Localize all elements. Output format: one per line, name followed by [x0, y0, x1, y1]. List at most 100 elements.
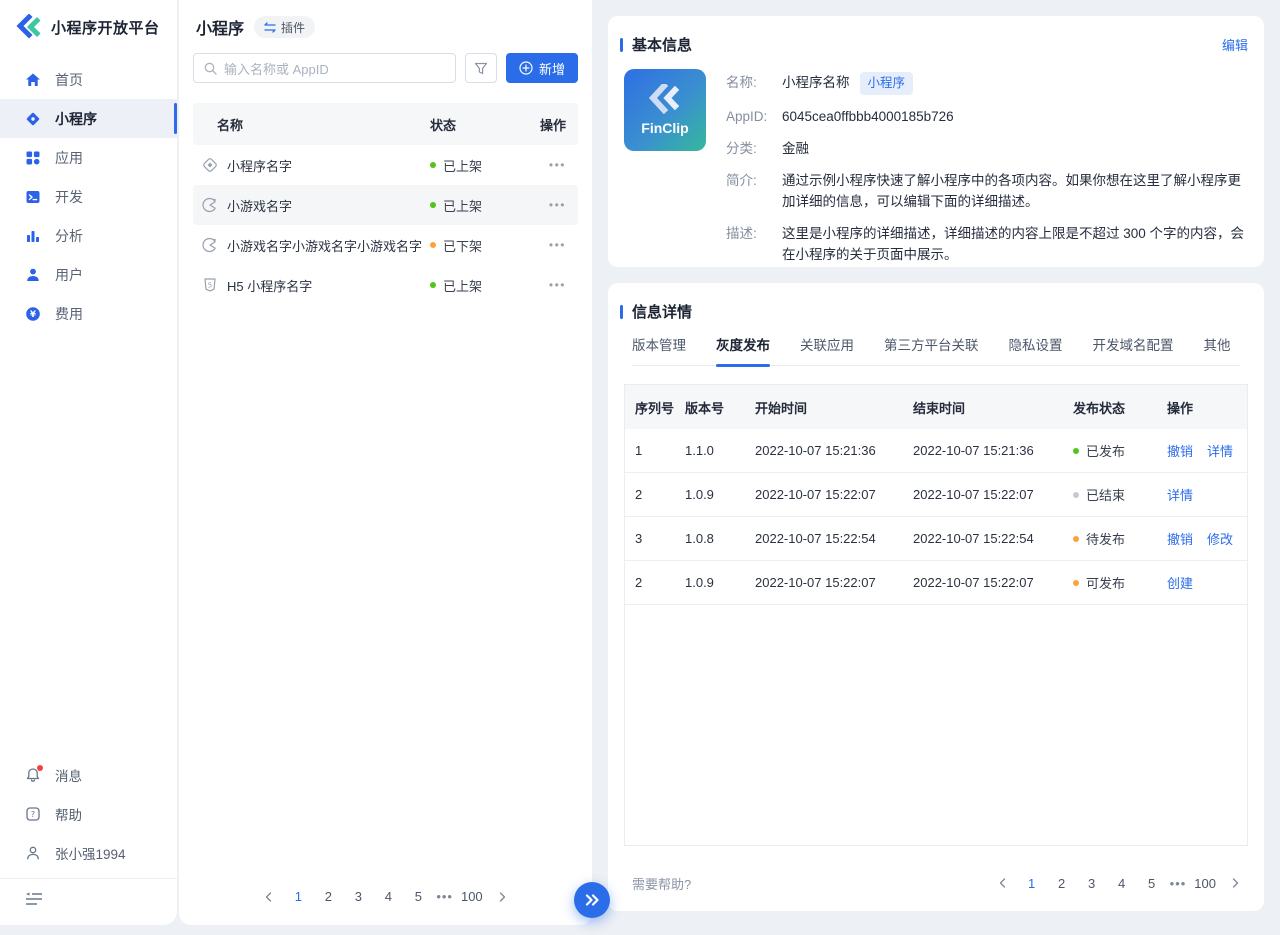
- status-dot: [430, 162, 436, 168]
- apps-grid-icon: [25, 150, 41, 166]
- need-help-link[interactable]: 需要帮助?: [632, 874, 691, 893]
- double-chevron-right-icon: [585, 894, 600, 906]
- app-title: 小程序开放平台: [51, 17, 160, 38]
- miniapp-icon: [25, 111, 41, 127]
- game-pacman-icon: [201, 196, 219, 214]
- plugin-switch-pill[interactable]: 插件: [254, 16, 315, 38]
- row-more-button[interactable]: •••: [534, 278, 578, 292]
- section-marker: [620, 38, 623, 52]
- edit-link[interactable]: 编辑: [1222, 35, 1248, 54]
- revoke-link[interactable]: 撤销: [1167, 529, 1193, 548]
- sidebar-item-dev[interactable]: 开发: [0, 177, 177, 216]
- tab-dev-domain[interactable]: 开发域名配置: [1093, 334, 1174, 365]
- next-page-icon[interactable]: [491, 889, 513, 905]
- menu-fold-icon: [25, 892, 43, 906]
- user-icon: [25, 267, 41, 283]
- status-dot: [1073, 448, 1079, 454]
- status-dot: [430, 242, 436, 248]
- account-icon: [25, 845, 41, 861]
- status-text: 已上架: [443, 276, 482, 295]
- tab-privacy[interactable]: 隐私设置: [1009, 334, 1063, 365]
- sidebar-item-home[interactable]: 首页: [0, 60, 177, 99]
- svg-text:¥: ¥: [30, 310, 36, 320]
- sidebar-item-billing[interactable]: ¥ 费用: [0, 294, 177, 333]
- plus-circle-icon: [519, 61, 533, 75]
- row-more-button[interactable]: •••: [534, 198, 578, 212]
- tab-gray-release[interactable]: 灰度发布: [716, 334, 770, 365]
- page-title: 小程序: [196, 15, 244, 39]
- page-number[interactable]: 4: [376, 886, 400, 907]
- page-number-last[interactable]: 100: [1192, 873, 1218, 894]
- sidebar-item-apps[interactable]: 应用: [0, 138, 177, 177]
- prev-page-icon[interactable]: [992, 875, 1014, 891]
- status-text: 已上架: [443, 156, 482, 175]
- basic-info-card: 基本信息 编辑 FinClip 名称: 小程序名称小程序 AppID: 6045…: [608, 16, 1264, 267]
- page-number[interactable]: 1: [286, 886, 310, 907]
- sidebar-item-messages[interactable]: 消息: [0, 755, 177, 794]
- page-number[interactable]: 2: [1050, 873, 1074, 894]
- page-number[interactable]: 5: [1140, 873, 1164, 894]
- sidebar: 小程序开放平台 首页 小程序 应用 开发: [0, 0, 178, 925]
- page-number[interactable]: 4: [1110, 873, 1134, 894]
- page-number[interactable]: 3: [1080, 873, 1104, 894]
- tab-linked-apps[interactable]: 关联应用: [800, 334, 854, 365]
- funnel-icon: [474, 62, 488, 75]
- basic-info-title: 基本信息: [632, 34, 692, 55]
- tab-other[interactable]: 其他: [1204, 334, 1231, 365]
- detail-link[interactable]: 详情: [1207, 441, 1233, 460]
- prev-page-icon[interactable]: [258, 889, 280, 905]
- page-number[interactable]: 5: [406, 886, 430, 907]
- info-detail-card: 信息详情 版本管理 灰度发布 关联应用 第三方平台关联 隐私设置 开发域名配置 …: [608, 283, 1264, 911]
- info-detail-title: 信息详情: [632, 301, 692, 322]
- page-number[interactable]: 1: [1020, 873, 1044, 894]
- add-button[interactable]: 新增: [506, 53, 578, 83]
- table-row[interactable]: 小游戏名字小游戏名字小游戏名字 已下架 •••: [193, 225, 578, 265]
- app-logo-text: FinClip: [641, 120, 688, 136]
- table-header: 名称 状态 操作: [193, 103, 578, 145]
- release-table: 序列号 版本号 开始时间 结束时间 发布状态 操作 1 1.1.0 2022-1…: [624, 384, 1248, 846]
- tab-version-management[interactable]: 版本管理: [632, 334, 686, 365]
- table-row[interactable]: 5 H5 小程序名字 已上架 •••: [193, 265, 578, 305]
- collapse-sidebar-button[interactable]: [0, 879, 177, 919]
- miniapp-table: 名称 状态 操作 小程序名字 已上架 •••: [193, 103, 578, 305]
- sidebar-item-account[interactable]: 张小强1994: [0, 833, 177, 872]
- home-icon: [25, 72, 41, 88]
- table-row[interactable]: 小游戏名字 已上架 •••: [193, 185, 578, 225]
- revoke-link[interactable]: 撤销: [1167, 441, 1193, 460]
- finclip-logo-icon: [16, 14, 42, 40]
- field-description: 描述: 这里是小程序的详细描述，详细描述的内容上限是不超过 300 个字的内容，…: [726, 223, 1248, 265]
- pagination-ellipsis[interactable]: •••: [436, 889, 453, 904]
- finclip-chevron-icon: [648, 84, 682, 114]
- row-more-button[interactable]: •••: [534, 238, 578, 252]
- sidebar-item-users[interactable]: 用户: [0, 255, 177, 294]
- status-dot: [1073, 580, 1079, 586]
- filter-button[interactable]: [465, 53, 497, 83]
- status-text: 已下架: [443, 236, 482, 255]
- game-pacman-icon: [201, 236, 219, 254]
- pagination-ellipsis[interactable]: •••: [1170, 876, 1187, 891]
- sidebar-item-analytics[interactable]: 分析: [0, 216, 177, 255]
- sidebar-item-miniapp[interactable]: 小程序: [0, 99, 177, 138]
- detail-link[interactable]: 详情: [1167, 485, 1193, 504]
- list-pagination: 1 2 3 4 5 ••• 100: [179, 886, 592, 907]
- h5-shield-icon: 5: [201, 276, 219, 294]
- search-icon: [204, 62, 217, 75]
- page-number[interactable]: 2: [316, 886, 340, 907]
- search-placeholder: 输入名称或 AppID: [224, 59, 329, 78]
- swap-arrows-icon: [264, 22, 276, 33]
- create-link[interactable]: 创建: [1167, 573, 1193, 592]
- next-page-icon[interactable]: [1224, 875, 1246, 891]
- detail-tabs: 版本管理 灰度发布 关联应用 第三方平台关联 隐私设置 开发域名配置 其他: [632, 334, 1240, 366]
- table-row[interactable]: 小程序名字 已上架 •••: [193, 145, 578, 185]
- expand-panel-button[interactable]: [574, 882, 610, 918]
- field-category: 分类: 金融: [726, 138, 1248, 159]
- sidebar-item-help[interactable]: ? 帮助: [0, 794, 177, 833]
- search-input[interactable]: 输入名称或 AppID: [193, 53, 456, 83]
- row-more-button[interactable]: •••: [534, 158, 578, 172]
- page-number[interactable]: 3: [346, 886, 370, 907]
- page-number-last[interactable]: 100: [459, 886, 485, 907]
- modify-link[interactable]: 修改: [1207, 529, 1233, 548]
- status-text: 已上架: [443, 196, 482, 215]
- tab-third-party[interactable]: 第三方平台关联: [884, 334, 979, 365]
- release-row: 3 1.0.8 2022-10-07 15:22:54 2022-10-07 1…: [625, 517, 1247, 561]
